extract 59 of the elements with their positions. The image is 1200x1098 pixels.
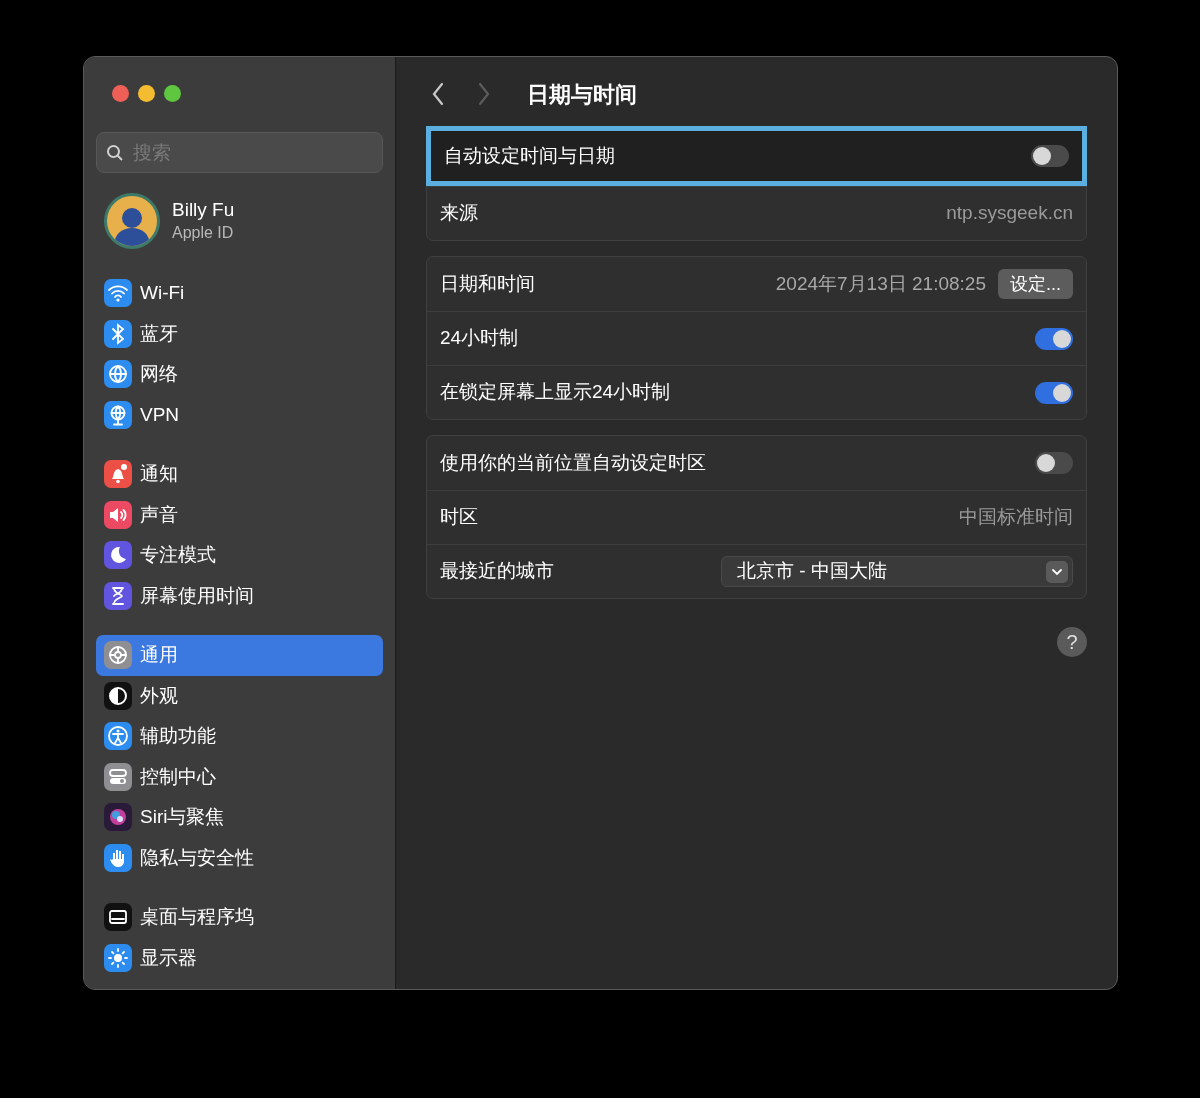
- accessibility-icon: [104, 722, 132, 751]
- sidebar-item[interactable]: 外观: [96, 675, 383, 716]
- toggle-switch[interactable]: [1035, 327, 1073, 350]
- wifi-icon: [104, 279, 132, 308]
- bluetooth-icon: [104, 319, 132, 348]
- sidebar-item[interactable]: 蓝牙: [96, 313, 383, 354]
- search-icon: [106, 144, 124, 162]
- speaker-icon: [104, 500, 132, 529]
- chevron-down-icon: [1046, 560, 1068, 583]
- sidebar-item[interactable]: 隐私与安全性: [96, 837, 383, 878]
- setting-label: 24小时制: [440, 326, 519, 351]
- sidebar-item[interactable]: 桌面与程序坞: [96, 897, 383, 938]
- globe-icon: [104, 400, 132, 429]
- setting-label: 日期和时间: [440, 271, 535, 296]
- sidebar-item[interactable]: 声音: [96, 494, 383, 535]
- zoom-button[interactable]: [164, 85, 181, 102]
- orb-icon: [104, 803, 132, 832]
- setting-value: ntp.sysgeek.cn: [946, 201, 1073, 226]
- city-dropdown[interactable]: 北京市 - 中国大陆: [721, 556, 1073, 587]
- sidebar-item[interactable]: 通知: [96, 454, 383, 495]
- setting-label: 来源: [440, 201, 478, 226]
- help-button[interactable]: ?: [1057, 627, 1087, 657]
- moon-icon: [104, 541, 132, 570]
- account-subtitle: Apple ID: [172, 223, 235, 243]
- dock-icon: [104, 903, 132, 932]
- date-time-value: 2024年7月13日 21:08:25: [775, 271, 986, 296]
- setting-label: 自动设定时间与日期: [444, 143, 615, 168]
- globe-icon: [104, 360, 132, 389]
- sidebar-item[interactable]: 网络: [96, 354, 383, 395]
- sun-icon: [104, 943, 132, 972]
- bell-icon: [104, 460, 132, 489]
- toggle-switch[interactable]: [1035, 381, 1073, 404]
- sidebar-item[interactable]: 显示器: [96, 937, 383, 978]
- sidebar-item[interactable]: 屏幕使用时间: [96, 575, 383, 616]
- back-chevron-icon[interactable]: [431, 82, 445, 106]
- sidebar-item[interactable]: 辅助功能: [96, 716, 383, 757]
- sidebar-item[interactable]: Wi-Fi: [96, 273, 383, 314]
- sidebar-item[interactable]: 专注模式: [96, 535, 383, 576]
- account-name: Billy Fu: [172, 198, 235, 222]
- setting-value: 中国标准时间: [959, 505, 1073, 530]
- toggle-switch[interactable]: [1035, 452, 1073, 474]
- window-title: 日期与时间: [527, 80, 637, 109]
- setting-label: 时区: [440, 505, 478, 530]
- minimize-button[interactable]: [138, 85, 155, 102]
- toggle-switch[interactable]: [1031, 145, 1069, 167]
- close-button[interactable]: [112, 85, 129, 102]
- avatar[interactable]: [104, 193, 160, 249]
- sidebar-item[interactable]: VPN: [96, 394, 383, 435]
- sidebar-item[interactable]: Siri与聚焦: [96, 797, 383, 838]
- setting-label: 使用你的当前位置自动设定时区: [440, 450, 706, 475]
- toggles-icon: [104, 762, 132, 791]
- setting-label: 在锁定屏幕上显示24小时制: [440, 380, 671, 405]
- setting-label: 最接近的城市: [440, 559, 554, 584]
- sidebar-item[interactable]: 通用: [96, 635, 383, 676]
- hand-icon: [104, 843, 132, 872]
- gear-icon: [104, 641, 132, 670]
- sidebar-item[interactable]: 控制中心: [96, 756, 383, 797]
- set-button[interactable]: 设定...: [998, 269, 1073, 299]
- hourglass-icon: [104, 581, 132, 610]
